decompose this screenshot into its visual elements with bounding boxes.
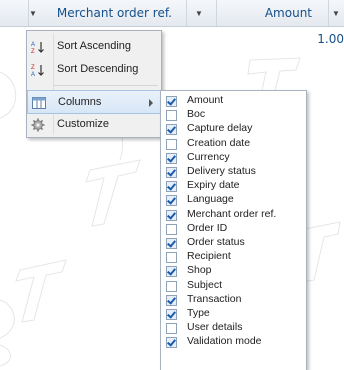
submenu-arrow-icon: [149, 99, 153, 107]
column-toggle-item[interactable]: Transaction: [161, 292, 306, 306]
column-toggle-item[interactable]: Language: [161, 193, 306, 207]
column-checkbox[interactable]: [166, 181, 177, 193]
sort-ascending-icon: A Z: [31, 39, 45, 55]
column-toggle-item[interactable]: Type: [161, 307, 306, 320]
svg-text:Z: Z: [31, 49, 35, 54]
column-toggle-label: Currency: [187, 150, 230, 163]
column-toggle-item[interactable]: Order status: [161, 236, 306, 249]
column-toggle-label: Amount: [187, 94, 224, 106]
column-toggle-label: Transaction: [187, 292, 242, 305]
column-toggle-label: Delivery status: [187, 165, 256, 177]
column-checkbox[interactable]: [166, 110, 177, 122]
column-toggle-item[interactable]: Capture delay: [161, 122, 306, 136]
column-toggle-label: Validation mode: [187, 335, 262, 348]
column-toggle-label: Expiry date: [187, 179, 240, 192]
column-checkbox[interactable]: [166, 195, 177, 207]
column-toggle-item[interactable]: Expiry date: [161, 179, 306, 193]
column-toggle-label: Subject: [187, 278, 223, 291]
menu-item-sort-descending[interactable]: Z A Sort Descending: [27, 58, 161, 80]
column-toggle-label: Creation date: [187, 136, 251, 149]
menu-item-label: Sort Ascending: [57, 40, 131, 52]
column-toggle-label: Recipient: [187, 250, 231, 263]
column-toggle-label: Order ID: [187, 221, 228, 234]
svg-text:A: A: [31, 42, 35, 48]
column-toggle-item[interactable]: Amount: [161, 94, 306, 107]
menu-item-columns[interactable]: Columns: [27, 90, 161, 114]
column-checkbox[interactable]: [166, 294, 177, 306]
column-toggle-label: Shop: [187, 264, 212, 277]
column-toggle-item[interactable]: Subject: [161, 278, 306, 292]
column-toggle-label: Merchant order ref.: [187, 207, 277, 220]
menu-item-label: Sort Descending: [57, 63, 139, 75]
column-header-label: Amount: [264, 6, 312, 20]
column-toggle-item[interactable]: Boc: [161, 108, 306, 122]
svg-text:Z: Z: [31, 65, 35, 71]
column-toggle-label: Boc: [187, 108, 206, 121]
column-toggle-item[interactable]: User details: [161, 321, 306, 335]
column-toggle-label: Type: [187, 307, 210, 319]
column-checkbox[interactable]: [166, 167, 177, 178]
column-header-merchant-order-ref[interactable]: Merchant order ref.: [28, 0, 187, 26]
column-toggle-label: Order status: [187, 236, 245, 248]
column-checkbox[interactable]: [166, 252, 177, 264]
column-toggle-item[interactable]: Recipient: [161, 250, 306, 264]
menu-item-label: Customize: [57, 118, 109, 130]
menu-item-label: Columns: [58, 96, 102, 108]
column-checkbox[interactable]: [166, 337, 177, 349]
amount-cell: 1.00: [317, 32, 344, 46]
column-toggle-item[interactable]: Merchant order ref.: [161, 207, 306, 221]
chevron-down-icon[interactable]: ▼: [190, 0, 208, 26]
sort-descending-icon: Z A: [31, 62, 45, 78]
column-checkbox[interactable]: [166, 96, 177, 107]
chevron-down-icon[interactable]: ▼: [328, 0, 344, 26]
column-header-amount[interactable]: Amount: [216, 0, 329, 26]
grid-header: ▼ Merchant order ref. ▼ Amount ▼: [0, 0, 344, 27]
column-checkbox[interactable]: [166, 238, 177, 249]
columns-submenu: Amount Boc Capture delay Creation date Curre…: [160, 90, 307, 370]
svg-text:A: A: [31, 72, 35, 77]
customize-gear-icon: [31, 117, 45, 132]
column-checkbox[interactable]: [166, 209, 177, 221]
column-header-blank[interactable]: ▼: [0, 0, 37, 26]
column-toggle-label: Capture delay: [187, 122, 253, 135]
column-checkbox[interactable]: [166, 323, 177, 335]
column-toggle-item[interactable]: Delivery status: [161, 165, 306, 178]
column-checkbox[interactable]: [166, 280, 177, 292]
column-toggle-item[interactable]: Validation mode: [161, 335, 306, 349]
column-toggle-label: Language: [187, 193, 234, 206]
menu-item-customize[interactable]: Customize: [27, 113, 161, 135]
column-checkbox[interactable]: [166, 152, 177, 164]
column-header-next[interactable]: ▼: [328, 0, 344, 26]
column-checkbox[interactable]: [166, 223, 177, 235]
column-toggle-label: User details: [187, 321, 243, 334]
column-checkbox[interactable]: [166, 138, 177, 150]
column-toggle-item[interactable]: Currency: [161, 150, 306, 164]
column-context-menu: A Z Sort Ascending Z A Sort Descending C…: [26, 30, 162, 138]
column-checkbox[interactable]: [166, 266, 177, 278]
column-toggle-item[interactable]: Creation date: [161, 136, 306, 150]
column-header-label: Merchant order ref.: [56, 6, 172, 20]
column-toggle-item[interactable]: Shop: [161, 264, 306, 278]
column-toggle-item[interactable]: Order ID: [161, 221, 306, 235]
column-checkbox[interactable]: [166, 309, 177, 320]
column-menu-trigger[interactable]: ▼: [186, 0, 217, 26]
menu-separator: [54, 85, 158, 86]
menu-item-sort-ascending[interactable]: A Z Sort Ascending: [27, 35, 161, 57]
column-checkbox[interactable]: [166, 124, 177, 136]
columns-icon: [32, 95, 46, 109]
